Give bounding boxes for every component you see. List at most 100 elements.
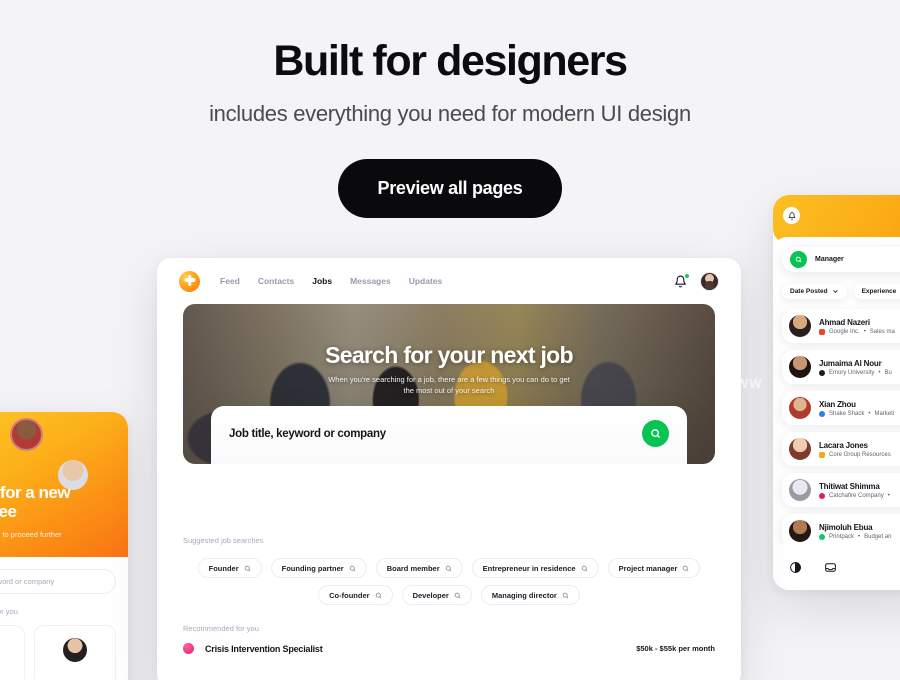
filter-experience[interactable]: Experience bbox=[853, 284, 900, 299]
separator: • bbox=[863, 328, 866, 335]
inbox-icon[interactable] bbox=[824, 561, 837, 574]
nav-links: Feed Contacts Jobs Messages Updates bbox=[220, 276, 442, 286]
chip-project-manager[interactable]: Project manager bbox=[607, 558, 701, 578]
list-item[interactable]: Jumaima Al Nour Emory University • Bu bbox=[782, 350, 900, 384]
chip-developer[interactable]: Developer bbox=[401, 585, 472, 605]
employee-card-title: Search for a new employee bbox=[0, 482, 71, 521]
nav-item-contacts[interactable]: Contacts bbox=[258, 276, 294, 286]
job-title: Crisis Intervention Specialist bbox=[205, 643, 323, 654]
candidate-role: Marketi bbox=[874, 410, 895, 417]
candidates-panel-body: Manager Date Posted Experience Ahmad Naz bbox=[773, 237, 900, 548]
chip-label: Founding partner bbox=[281, 563, 344, 573]
list-item[interactable] bbox=[33, 625, 116, 680]
candidate-search-field[interactable]: Manager bbox=[782, 247, 900, 272]
search-icon bbox=[454, 592, 461, 598]
avatar bbox=[789, 315, 811, 337]
nav-item-messages[interactable]: Messages bbox=[350, 276, 391, 286]
screenshot-stage: Built for designers includes everything … bbox=[0, 0, 900, 680]
navbar-right bbox=[674, 271, 719, 291]
search-icon bbox=[683, 565, 689, 571]
page-subtitle: includes everything you need for modern … bbox=[209, 101, 691, 127]
recommended-label: Recommended for you bbox=[183, 624, 259, 633]
list-item[interactable] bbox=[0, 625, 25, 680]
list-item[interactable]: Lacara Jones Core Group Resources bbox=[782, 432, 900, 466]
orange-plus-logo-icon[interactable] bbox=[179, 270, 200, 292]
list-item[interactable]: Ahmad Nazeri Google Inc. • Sales ma bbox=[782, 309, 900, 343]
table-row[interactable]: Crisis Intervention Specialist $50k - $5… bbox=[183, 643, 715, 654]
nav-item-feed[interactable]: Feed bbox=[220, 276, 240, 286]
filter-date-posted[interactable]: Date Posted bbox=[782, 284, 847, 299]
chip-label: Entrepreneur in residence bbox=[482, 563, 576, 573]
company-logo-icon bbox=[819, 410, 825, 417]
hero-text: Search for your next job When you're sea… bbox=[183, 342, 715, 397]
separator: • bbox=[868, 410, 871, 417]
contrast-icon[interactable] bbox=[789, 561, 802, 574]
candidate-company: Catchafire Company bbox=[829, 492, 884, 499]
chip-managing-director[interactable]: Managing director bbox=[480, 585, 580, 605]
separator: • bbox=[858, 533, 861, 540]
promo-header: Built for designers includes everything … bbox=[0, 0, 900, 219]
candidate-filters: Date Posted Experience bbox=[782, 284, 900, 299]
chip-entrepreneur-in-residence[interactable]: Entrepreneur in residence bbox=[471, 558, 599, 578]
chip-label: Founder bbox=[208, 563, 239, 573]
search-icon bbox=[790, 251, 807, 268]
candidate-meta: Printpack • Budget an bbox=[819, 533, 892, 540]
chip-co-founder[interactable]: Co-founder bbox=[318, 585, 393, 605]
company-logo-icon bbox=[819, 492, 825, 499]
candidates-panel-dock bbox=[773, 544, 900, 590]
company-logo-icon bbox=[819, 533, 825, 540]
suggested-searches-label: Suggested job searches bbox=[183, 536, 264, 545]
filter-label: Date Posted bbox=[790, 288, 828, 295]
chevron-down-icon bbox=[832, 290, 838, 293]
candidate-meta: Emory University • Bu bbox=[819, 369, 892, 376]
employee-search-input[interactable]: Job title, keyword or company bbox=[0, 569, 116, 594]
candidates-panel[interactable]: Manager Date Posted Experience Ahmad Naz bbox=[773, 195, 900, 590]
chip-label: Board member bbox=[386, 563, 440, 573]
search-icon bbox=[349, 565, 355, 571]
list-item[interactable]: Xian Zhou Shake Shack • Marketi bbox=[782, 391, 900, 425]
candidate-name: Xian Zhou bbox=[819, 399, 856, 409]
suggested-searches-chips: Founder Founding partner Board member En… bbox=[187, 558, 711, 605]
search-icon bbox=[445, 565, 451, 571]
avatar bbox=[789, 438, 811, 460]
list-item[interactable]: Njimoluh Ebua Printpack • Budget an bbox=[782, 514, 900, 548]
search-icon bbox=[244, 565, 250, 571]
cta-wrapper: Preview all pages bbox=[0, 159, 900, 219]
nav-item-updates[interactable]: Updates bbox=[409, 276, 443, 286]
employee-recommended-label: Recommended for you bbox=[0, 607, 18, 616]
candidate-company: Printpack bbox=[829, 533, 855, 540]
employee-card-body: Job title, keyword or company Recommende… bbox=[0, 557, 128, 680]
chip-founder[interactable]: Founder bbox=[197, 558, 262, 578]
search-icon bbox=[651, 429, 660, 438]
list-item[interactable]: Thitiwat Shimma Catchafire Company • bbox=[782, 473, 900, 507]
chip-label: Co-founder bbox=[329, 590, 370, 600]
avatar[interactable] bbox=[700, 271, 719, 291]
nav-item-jobs[interactable]: Jobs bbox=[312, 276, 332, 286]
company-logo-icon bbox=[819, 369, 825, 376]
chip-label: Project manager bbox=[618, 563, 678, 573]
candidates-panel-header bbox=[773, 195, 900, 243]
job-search-row: Job title, keyword or company bbox=[229, 420, 669, 447]
candidate-name: Ahmad Nazeri bbox=[819, 317, 870, 327]
chip-label: Developer bbox=[412, 590, 449, 600]
chip-founding-partner[interactable]: Founding partner bbox=[270, 558, 367, 578]
candidate-role: Budget an bbox=[864, 533, 892, 540]
search-button[interactable] bbox=[642, 420, 669, 447]
candidate-company: Google Inc. bbox=[829, 328, 860, 335]
search-card-spacer bbox=[157, 464, 741, 522]
candidate-role: Bu bbox=[884, 369, 892, 376]
bell-icon[interactable] bbox=[674, 273, 689, 288]
avatar bbox=[789, 479, 811, 501]
search-icon bbox=[581, 565, 587, 571]
preview-all-pages-button[interactable]: Preview all pages bbox=[337, 159, 563, 219]
job-salary: $50k - $55k per month bbox=[636, 644, 715, 653]
candidate-name: Njimoluh Ebua bbox=[819, 522, 873, 532]
employee-search-card[interactable]: Search for a new employee Enter your det… bbox=[0, 412, 128, 680]
job-search-input[interactable]: Job title, keyword or company bbox=[229, 428, 386, 440]
bell-icon[interactable] bbox=[783, 207, 800, 224]
chip-board-member[interactable]: Board member bbox=[375, 558, 463, 578]
hero-subtitle: When you're searching for a job, there a… bbox=[328, 375, 570, 396]
candidate-company: Emory University bbox=[829, 369, 875, 376]
candidate-list: Ahmad Nazeri Google Inc. • Sales ma Juma… bbox=[782, 309, 900, 548]
hero-banner: Search for your next job When you're sea… bbox=[183, 304, 715, 464]
